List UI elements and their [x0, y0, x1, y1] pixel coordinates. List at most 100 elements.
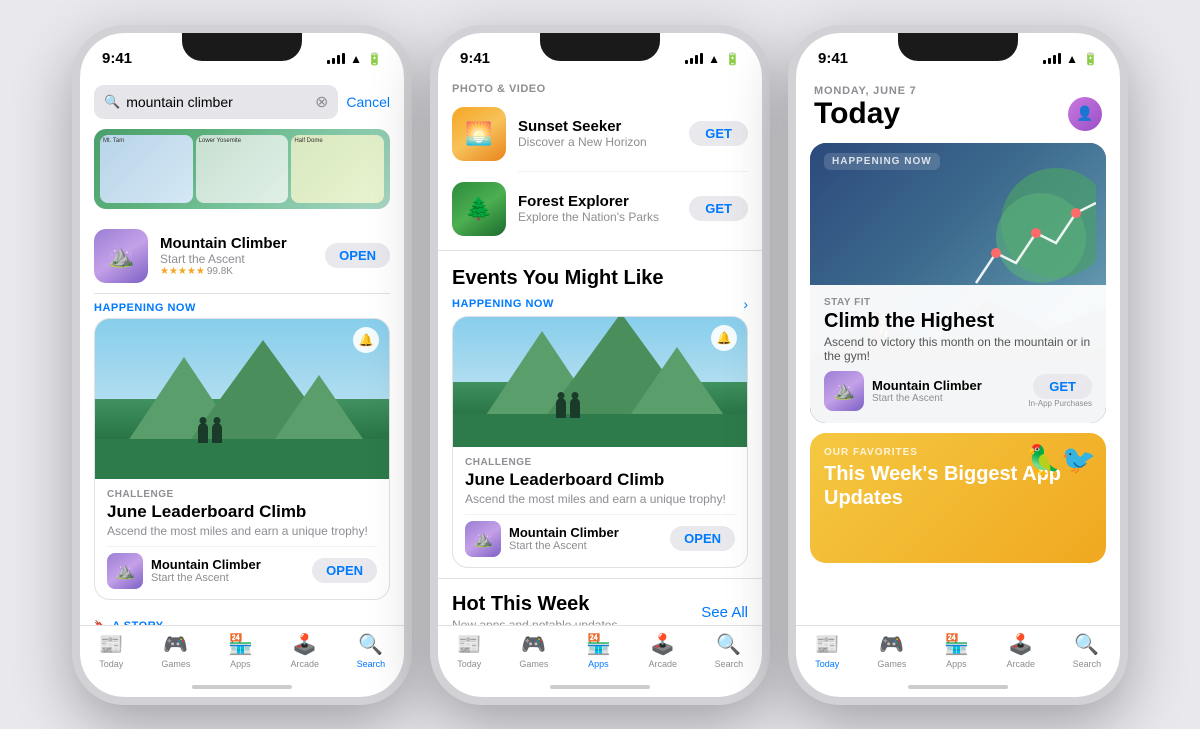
event-app-name-2: Mountain Climber [509, 525, 662, 540]
silhouette-1 [198, 423, 222, 443]
nav-today-3[interactable]: 📰 Today [815, 632, 840, 669]
divider-3 [438, 578, 762, 579]
status-time-1: 9:41 [102, 50, 132, 67]
nav-arcade-1[interactable]: 🕹️ Arcade [290, 632, 319, 669]
favorites-card[interactable]: OUR FAVORITES This Week's Biggest App Up… [810, 433, 1106, 563]
rating-count-1: 99.8K [207, 266, 233, 277]
notch-1 [182, 33, 302, 61]
today-title-row: Today 👤 [814, 97, 1102, 131]
bell-icon-2[interactable]: 🔔 [711, 325, 737, 351]
open-button-1[interactable]: OPEN [325, 243, 390, 268]
signal-bars-2 [685, 53, 703, 64]
home-indicator-3 [908, 685, 1008, 689]
event-card-2[interactable]: 🔔 CHALLENGE June Leaderboard Climb Ascen… [452, 316, 748, 568]
wifi-icon-1: ▲ [350, 52, 362, 66]
cancel-button[interactable]: Cancel [346, 94, 390, 110]
get-button-sunset[interactable]: GET [689, 121, 748, 146]
map-preview-inner: Mt. Tam Lower Yosemite Half Dome [94, 129, 390, 209]
nav-apps-2[interactable]: 🏪 Apps [586, 632, 611, 669]
signal-bar-3-1 [1043, 60, 1046, 64]
forest-explorer-info: Forest Explorer Explore the Nation's Par… [518, 193, 677, 224]
map-label-2: Lower Yosemite [199, 138, 286, 144]
nav-arcade-label-3: Arcade [1006, 659, 1035, 669]
scroll-area-2[interactable]: Photo & Video 🌅 Sunset Seeker Discover a… [438, 77, 762, 625]
nav-search-1[interactable]: 🔍 Search [357, 632, 386, 669]
mountain-climber-icon-1: ⛰️ [94, 229, 148, 283]
mountain-climber-info: Mountain Climber Start the Ascent ★★★★★ … [160, 235, 313, 277]
nav-search-2[interactable]: 🔍 Search [715, 632, 744, 669]
user-avatar[interactable]: 👤 [1068, 97, 1102, 131]
feature-app-name: Mountain Climber [872, 378, 1020, 393]
event-desc-1: Ascend the most miles and earn a unique … [107, 524, 377, 538]
nav-arcade-2[interactable]: 🕹️ Arcade [648, 632, 677, 669]
app-result-mountain[interactable]: ⛰️ Mountain Climber Start the Ascent ★★★… [80, 219, 404, 293]
forest-explorer-icon: 🌲 [452, 182, 506, 236]
nav-search-label-2: Search [715, 659, 744, 669]
nav-arcade-icon-3: 🕹️ [1008, 632, 1033, 657]
nav-games-2[interactable]: 🎮 Games [519, 632, 548, 669]
event-image-1: 🔔 [95, 319, 389, 479]
status-icons-1: ▲ 🔋 [327, 52, 382, 66]
feature-get-button[interactable]: GET [1033, 374, 1092, 399]
phone-2: 9:41 ▲ 🔋 Photo & Video 🌅 [430, 25, 770, 705]
feature-desc: Ascend to victory this month on the moun… [824, 335, 1092, 363]
scroll-area-3[interactable]: MONDAY, JUNE 7 Today 👤 [796, 77, 1120, 625]
nav-search-3[interactable]: 🔍 Search [1073, 632, 1102, 669]
signal-bar-2-1 [685, 60, 688, 64]
search-icon-1: 🔍 [104, 94, 120, 110]
nav-games-icon-2: 🎮 [521, 632, 546, 657]
nav-today-1[interactable]: 📰 Today [99, 632, 124, 669]
events-section-header: Events You Might Like [438, 255, 762, 294]
see-more-2[interactable]: › [743, 296, 748, 312]
bell-icon-1[interactable]: 🔔 [353, 327, 379, 353]
feature-card[interactable]: 🧗 HAPPENING NOW STAY FIT Climb the Highe… [810, 143, 1106, 423]
status-icons-2: ▲ 🔋 [685, 52, 740, 66]
divider-2 [438, 250, 762, 251]
event-app-info-2: Mountain Climber Start the Ascent [509, 525, 662, 552]
get-button-forest[interactable]: GET [689, 196, 748, 221]
event-card-1[interactable]: 🔔 CHALLENGE June Leaderboard Climb Ascen… [94, 318, 390, 600]
nav-games-1[interactable]: 🎮 Games [161, 632, 190, 669]
event-open-button-2[interactable]: OPEN [670, 526, 735, 551]
person-1 [198, 423, 208, 443]
mountain-scene-1 [95, 319, 389, 479]
nav-today-2[interactable]: 📰 Today [457, 632, 482, 669]
sunset-seeker-icon: 🌅 [452, 107, 506, 161]
search-bar[interactable]: 🔍 mountain climber ⊗ [94, 85, 338, 119]
event-open-button-1[interactable]: OPEN [312, 558, 377, 583]
today-date: MONDAY, JUNE 7 [814, 85, 1102, 97]
search-query: mountain climber [126, 94, 309, 110]
app-result-forest[interactable]: 🌲 Forest Explorer Explore the Nation's P… [438, 172, 762, 246]
battery-icon-3: 🔋 [1083, 52, 1098, 66]
event-app-name-1: Mountain Climber [151, 557, 304, 572]
feature-tag: STAY FIT [824, 297, 1092, 308]
nav-arcade-label-1: Arcade [290, 659, 319, 669]
nav-games-3[interactable]: 🎮 Games [877, 632, 906, 669]
signal-bar-3-2 [1048, 58, 1051, 64]
signal-bar-3 [337, 55, 340, 64]
scroll-area-1[interactable]: Mt. Tam Lower Yosemite Half Dome ⛰️ [80, 125, 404, 625]
app-subtitle-mountain-1: Start the Ascent [160, 252, 313, 266]
nav-apps-3[interactable]: 🏪 Apps [944, 632, 969, 669]
nav-today-icon-2: 📰 [457, 632, 482, 657]
nav-search-icon-1: 🔍 [358, 632, 383, 657]
event-app-row-2: ⛰️ Mountain Climber Start the Ascent OPE… [465, 514, 735, 557]
phone-3-screen: 9:41 ▲ 🔋 MONDAY, JUNE 7 [796, 33, 1120, 697]
nav-apps-1[interactable]: 🏪 Apps [228, 632, 253, 669]
nav-apps-label-1: Apps [230, 659, 251, 669]
see-all-button[interactable]: See All [701, 604, 748, 621]
nav-apps-icon-3: 🏪 [944, 632, 969, 657]
nav-today-icon-3: 📰 [815, 632, 840, 657]
feature-content: STAY FIT Climb the Highest Ascend to vic… [810, 285, 1106, 423]
app-result-sunset[interactable]: 🌅 Sunset Seeker Discover a New Horizon G… [438, 97, 762, 171]
search-clear-icon[interactable]: ⊗ [315, 92, 328, 112]
map-preview: Mt. Tam Lower Yosemite Half Dome [94, 129, 390, 209]
hot-section-info: Hot This Week New apps and notable updat… [452, 593, 617, 625]
nav-arcade-3[interactable]: 🕹️ Arcade [1006, 632, 1035, 669]
nav-apps-icon-2: 🏪 [586, 632, 611, 657]
status-time-3: 9:41 [818, 50, 848, 67]
phone-1-screen: 9:41 ▲ 🔋 🔍 mountain climber [80, 33, 404, 697]
search-bar-container: 🔍 mountain climber ⊗ Cancel [80, 77, 404, 125]
signal-bars-1 [327, 53, 345, 64]
today-title: Today [814, 97, 900, 131]
